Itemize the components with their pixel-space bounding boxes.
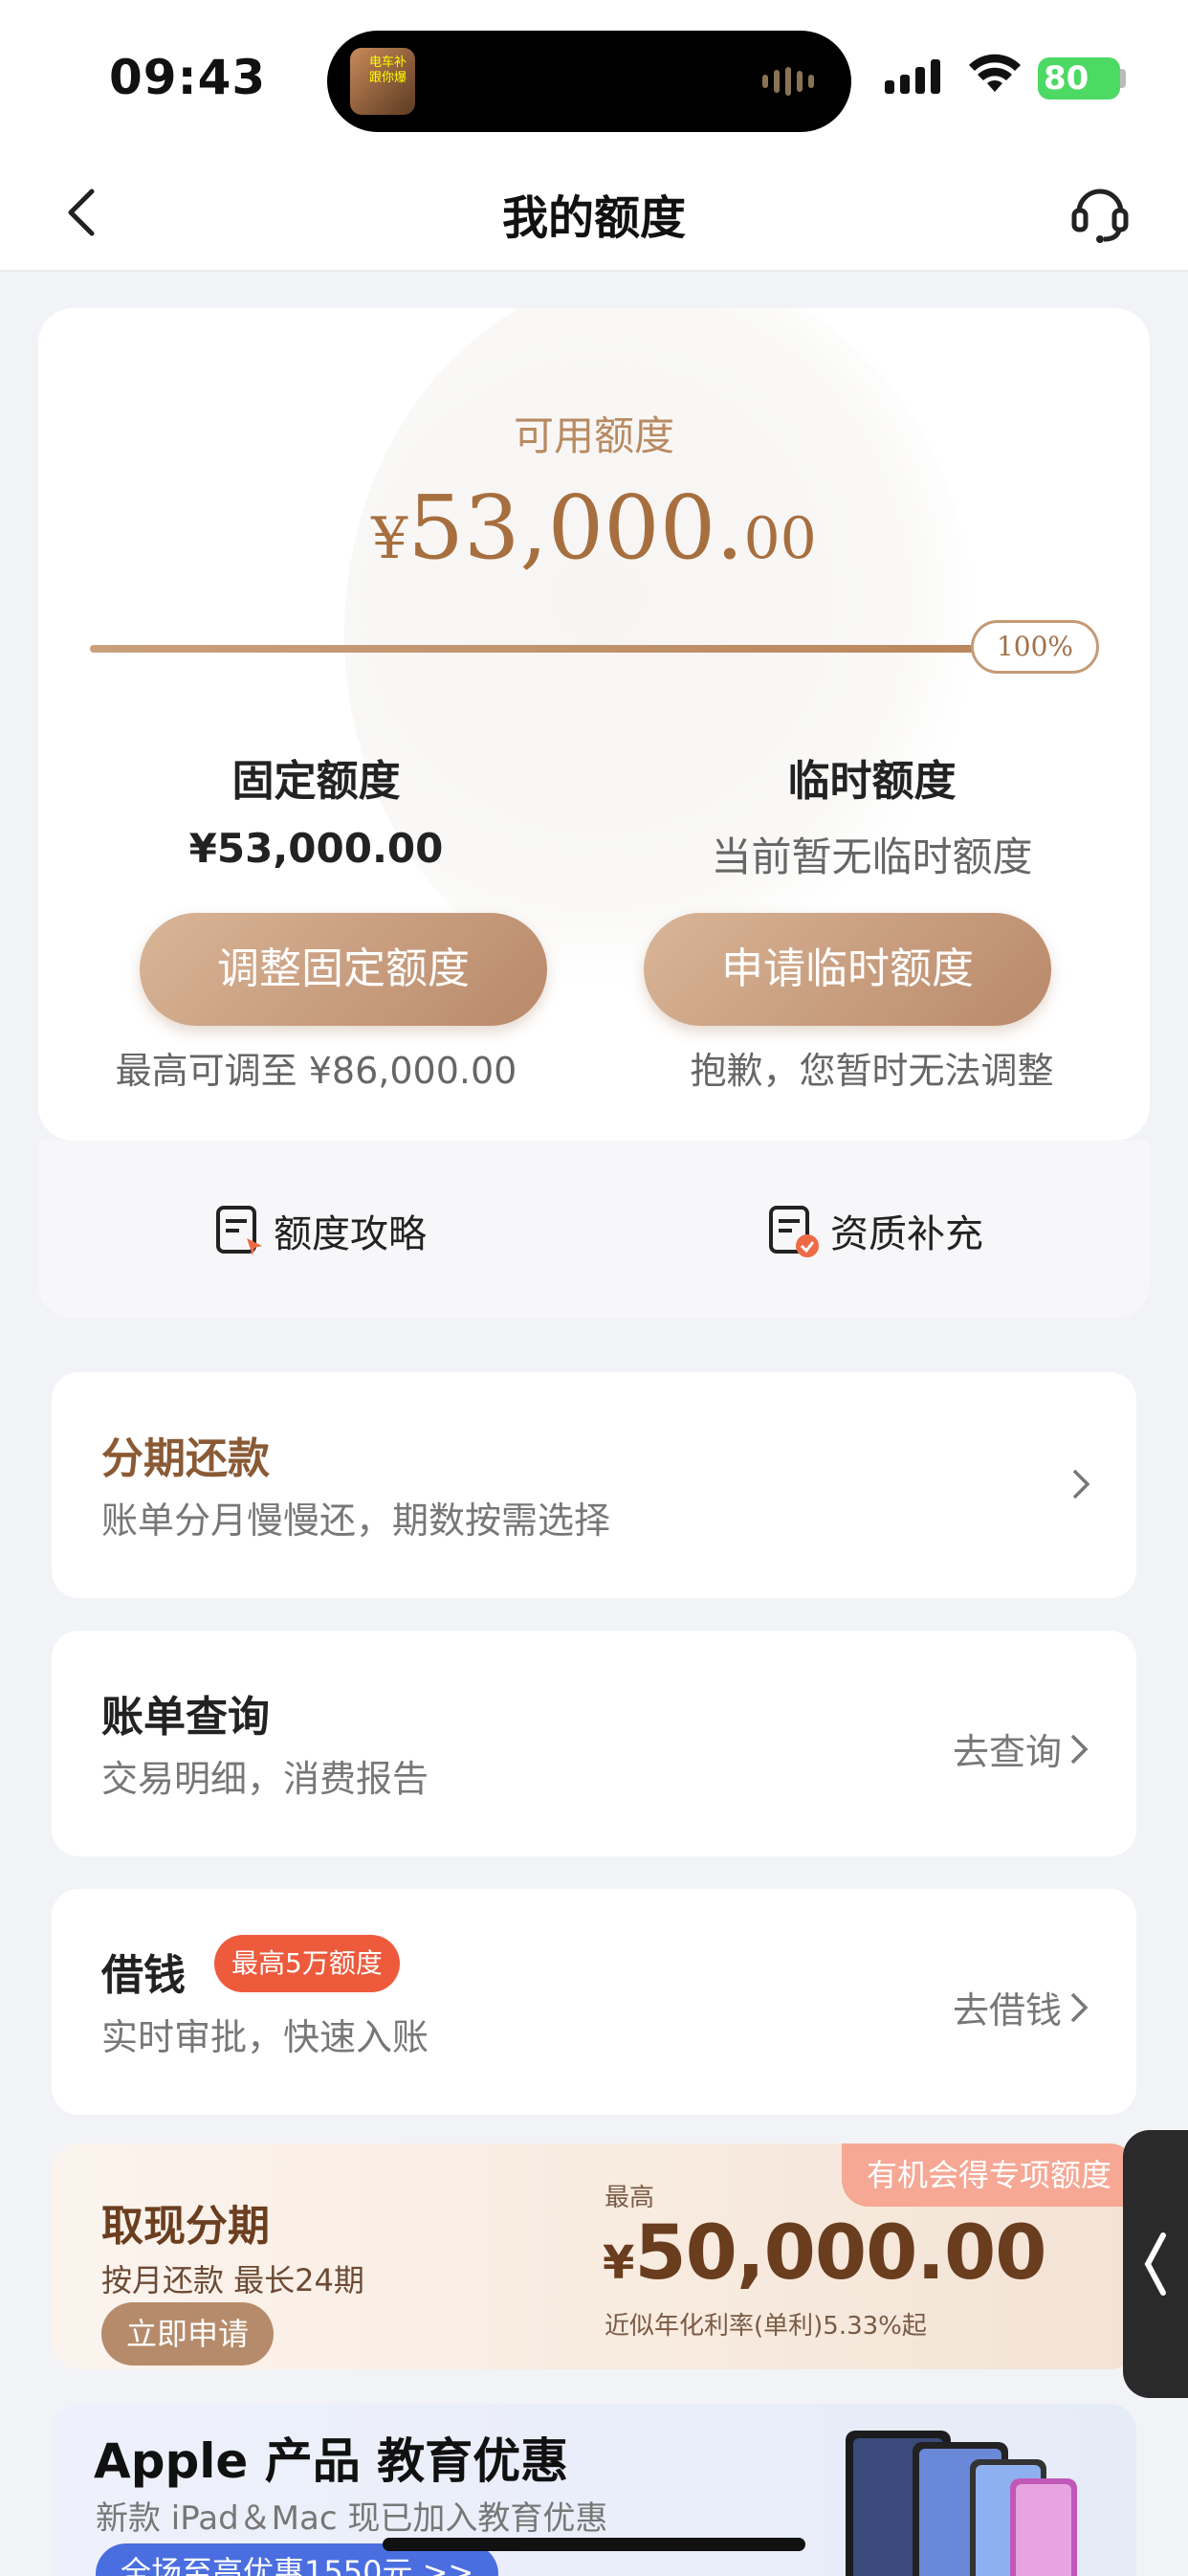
temp-limit-value: 当前暂无临时额度: [711, 833, 1033, 880]
customer-service-icon[interactable]: [1069, 180, 1131, 243]
quick-link-qualification[interactable]: 资质补充: [767, 1202, 983, 1259]
installment-repay-card[interactable]: 分期还款 账单分月慢慢还，期数按需选择: [52, 1372, 1136, 1598]
doc-check-icon: [769, 1206, 819, 1257]
home-indicator: [383, 2538, 805, 2551]
action-label: 去查询: [952, 1731, 1062, 1773]
borrow-action[interactable]: 去借钱: [953, 1981, 1089, 2033]
bill-query-title: 账单查询: [101, 1693, 270, 1742]
temp-limit-note: 抱歉，您暂时无法调整: [690, 1050, 1054, 1092]
borrow-card[interactable]: 借钱 最高5万额度 实时审批，快速入账 去借钱: [52, 1889, 1136, 2115]
progress-percent-badge: 100%: [971, 620, 1099, 674]
bill-query-subtitle: 交易明细，消费报告: [101, 1758, 429, 1800]
banner-subtitle: 新款 iPad＆Mac 现已加入教育优惠: [96, 2499, 608, 2538]
adjust-fixed-limit-button[interactable]: 调整固定额度: [140, 913, 547, 1026]
chevron-right-icon: [1072, 1469, 1090, 1499]
chevron-left-icon: [1144, 2232, 1166, 2296]
cash-installment-subtitle: 按月还款 最长24期: [101, 2262, 364, 2298]
status-time: 09:43: [109, 50, 267, 105]
bill-query-card[interactable]: 账单查询 交易明细，消费报告 去查询: [52, 1631, 1136, 1856]
quick-links: 额度攻略 资质补充: [38, 1141, 1150, 1319]
apply-temp-limit-button[interactable]: 申请临时额度: [644, 913, 1051, 1026]
borrow-title: 借钱: [101, 1951, 186, 2000]
audio-wave-icon: [762, 67, 820, 96]
special-limit-tag: 有机会得专项额度: [841, 2143, 1136, 2207]
cash-installment-title: 取现分期: [101, 2202, 270, 2251]
cash-installment-card[interactable]: 有机会得专项额度 取现分期 按月还款 最长24期 立即申请 最高 ¥50,000…: [52, 2143, 1136, 2369]
cellular-signal-icon: [885, 59, 940, 94]
dynamic-island[interactable]: 电车补 跟你爆: [327, 31, 851, 132]
borrow-subtitle: 实时审批，快速入账: [101, 2016, 429, 2058]
interest-rate-note: 近似年化利率(单利)5.33%起: [605, 2312, 927, 2341]
quick-link-label: 额度攻略: [274, 1212, 427, 1256]
quick-link-label: 资质补充: [830, 1212, 983, 1256]
amount-value: 50,000.00: [634, 2210, 1046, 2297]
available-limit-amount: ¥53,000.00: [38, 477, 1150, 579]
chevron-right-icon: [1070, 1734, 1089, 1764]
quick-link-limit-guide[interactable]: 额度攻略: [214, 1202, 427, 1259]
apply-now-button[interactable]: 立即申请: [101, 2302, 274, 2365]
apple-devices-image: [846, 2431, 1077, 2576]
fixed-limit-title: 固定额度: [231, 757, 401, 806]
temp-limit-title: 临时额度: [787, 757, 957, 806]
credit-limit-card: 可用额度 ¥53,000.00 100% 固定额度 ¥53,000.00 调整固…: [38, 308, 1150, 1141]
page-title: 我的额度: [501, 191, 686, 245]
amount-integer: 53,000.: [407, 477, 744, 579]
wifi-icon: [969, 54, 1021, 92]
status-bar: 09:43 电车补 跟你爆 80: [0, 0, 1188, 153]
available-limit-label: 可用额度: [513, 412, 674, 459]
fixed-limit-value: ¥53,000.00: [188, 825, 444, 872]
bill-query-action[interactable]: 去查询: [953, 1722, 1089, 1775]
limit-progress-fill: [90, 645, 1008, 653]
action-label: 去借钱: [952, 1989, 1062, 2032]
limit-progress-bar: [90, 645, 1008, 653]
installment-title: 分期还款: [101, 1434, 270, 1483]
battery-tip: [1120, 69, 1126, 88]
installment-subtitle: 账单分月慢慢还，期数按需选择: [101, 1499, 611, 1542]
side-drawer-handle[interactable]: [1123, 2130, 1188, 2398]
amount-decimal: 00: [743, 505, 817, 572]
chevron-right-icon: [1070, 1992, 1089, 2022]
currency-symbol: ¥: [603, 2236, 635, 2290]
currency-symbol: ¥: [371, 505, 408, 572]
battery-indicator: 80: [1038, 57, 1120, 100]
cash-max-amount: ¥50,000.00: [603, 2210, 1047, 2297]
guide-doc-icon: [216, 1206, 262, 1255]
nav-bar: 我的额度: [0, 153, 1188, 272]
banner-title: Apple 产品 教育优惠: [94, 2433, 569, 2489]
fixed-limit-note: 最高可调至 ¥86,000.00: [115, 1050, 517, 1092]
borrow-limit-badge: 最高5万额度: [214, 1935, 400, 1992]
island-thumbnail: 电车补 跟你爆: [350, 48, 415, 115]
max-label: 最高: [605, 2184, 655, 2212]
